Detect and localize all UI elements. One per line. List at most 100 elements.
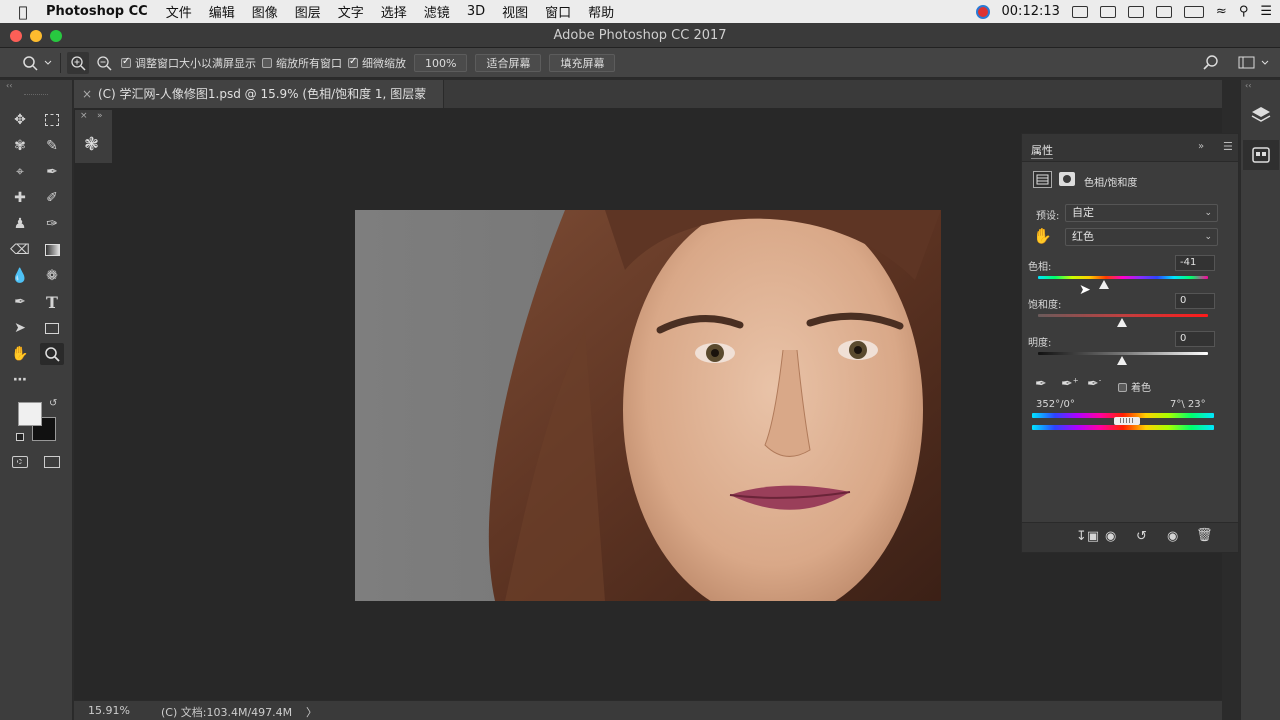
notification-icon[interactable] xyxy=(1155,5,1172,18)
default-colors-icon[interactable] xyxy=(16,433,24,441)
collapse-panel-icon[interactable]: » xyxy=(1198,141,1204,152)
pen-tool-icon[interactable]: ✒ xyxy=(8,291,32,313)
battery-status-icon[interactable] xyxy=(1183,5,1204,18)
menu-type[interactable]: 文字 xyxy=(338,2,364,21)
zoom-100-button[interactable]: 100% xyxy=(414,53,468,72)
spotlight-icon[interactable]: ⚲ xyxy=(1239,4,1249,19)
adjustment-layer-icon[interactable] xyxy=(1033,171,1052,188)
apple-icon[interactable]:  xyxy=(0,3,46,21)
collapse-dock-arrows-icon[interactable]: ‹‹ xyxy=(1245,81,1251,90)
clone-stamp-tool-icon[interactable]: ♟ xyxy=(8,213,32,235)
channel-dropdown[interactable]: 红色 ⌄ xyxy=(1065,228,1218,246)
eyedropper-icon[interactable]: ✒ xyxy=(1035,376,1047,392)
reset-icon[interactable]: ↺ xyxy=(1136,529,1147,544)
menu-edit[interactable]: 编辑 xyxy=(209,2,235,21)
menu-help[interactable]: 帮助 xyxy=(588,2,614,21)
preset-dropdown[interactable]: 自定 ⌄ xyxy=(1065,204,1218,222)
menu-3d[interactable]: 3D xyxy=(467,4,485,19)
lightness-input[interactable]: 0 xyxy=(1175,331,1215,347)
panel-menu-icon[interactable]: ☰ xyxy=(1223,140,1233,153)
view-previous-state-icon[interactable]: ◉ xyxy=(1105,529,1116,544)
swap-colors-icon[interactable]: ↺ xyxy=(49,398,57,409)
zoom-all-checkbox[interactable]: 缩放所有窗口 xyxy=(262,55,342,71)
menu-layer[interactable]: 图层 xyxy=(295,2,321,21)
hue-slider-track[interactable] xyxy=(1038,276,1208,279)
close-window-button[interactable] xyxy=(10,30,22,42)
menu-file[interactable]: 文件 xyxy=(166,2,192,21)
more-tools-icon[interactable]: ⋯ xyxy=(8,369,32,391)
fill-screen-button[interactable]: 填充屏幕 xyxy=(549,53,616,72)
close-tab-icon[interactable]: × xyxy=(82,80,92,108)
workspace-switcher-icon[interactable] xyxy=(1236,52,1272,74)
close-mini-panel-icon[interactable]: × xyxy=(80,111,88,121)
layer-mask-icon[interactable] xyxy=(1059,172,1075,186)
crop-tool-icon[interactable]: ⌖ xyxy=(8,161,32,183)
fit-screen-button[interactable]: 适合屏幕 xyxy=(475,53,542,72)
move-tool-icon[interactable]: ✥ xyxy=(8,109,32,131)
colorize-checkbox[interactable]: 着色 xyxy=(1118,379,1151,394)
scrubby-zoom-checkbox[interactable]: 细微缩放 xyxy=(348,55,406,71)
saturation-slider-track[interactable] xyxy=(1038,314,1208,317)
visibility-eye-icon[interactable]: ◉ xyxy=(1167,529,1178,544)
targeted-adjustment-hand-icon[interactable]: ✋ xyxy=(1033,227,1052,245)
zoom-level[interactable]: 15.91% xyxy=(88,704,130,717)
eraser-tool-icon[interactable]: ⌫ xyxy=(8,239,32,261)
menu-select[interactable]: 选择 xyxy=(381,2,407,21)
menu-view[interactable]: 视图 xyxy=(502,2,528,21)
hand-tool-icon[interactable]: ✋ xyxy=(8,343,32,365)
hue-slider-thumb[interactable] xyxy=(1098,280,1109,289)
lightness-slider-thumb[interactable] xyxy=(1117,356,1127,365)
gradient-tool-icon[interactable] xyxy=(40,239,64,261)
hue-input[interactable]: -41 xyxy=(1175,255,1215,271)
expand-mini-panel-icon[interactable]: » xyxy=(97,111,103,121)
zoom-out-icon[interactable] xyxy=(93,52,115,74)
brush-tool-icon[interactable]: ✐ xyxy=(40,187,64,209)
saturation-input[interactable]: 0 xyxy=(1175,293,1215,309)
lasso-tool-icon[interactable]: ✾ xyxy=(8,135,32,157)
menu-window[interactable]: 窗口 xyxy=(545,2,571,21)
eyedropper-plus-icon[interactable]: ✒+ xyxy=(1061,376,1079,392)
lightness-slider-track[interactable] xyxy=(1038,352,1208,355)
trash-icon[interactable]: 🗑 xyxy=(1196,528,1213,543)
properties-panel-icon[interactable]: ❃ xyxy=(84,134,99,155)
status-menu-arrow-icon[interactable]: 〉 xyxy=(306,704,317,720)
airplay-icon[interactable] xyxy=(1127,5,1144,18)
layers-panel-icon[interactable] xyxy=(1251,105,1271,128)
range-slider[interactable] xyxy=(1114,417,1140,425)
blur-tool-icon[interactable]: 💧 xyxy=(8,265,32,287)
resize-windows-checkbox[interactable]: 调整窗口大小以满屏显示 xyxy=(121,55,256,71)
properties-panel-title[interactable]: 属性 xyxy=(1031,142,1053,159)
foreground-color-swatch[interactable] xyxy=(18,402,42,426)
menu-filter[interactable]: 滤镜 xyxy=(424,2,450,21)
minimize-window-button[interactable] xyxy=(30,30,42,42)
display-icon[interactable] xyxy=(1099,5,1116,18)
eyedropper-minus-icon[interactable]: ✒- xyxy=(1087,376,1101,392)
dodge-tool-icon[interactable]: ❁ xyxy=(40,265,64,287)
marquee-tool-icon[interactable] xyxy=(40,109,64,131)
type-tool-icon[interactable]: T xyxy=(40,291,64,313)
zoom-tool-icon[interactable] xyxy=(40,343,64,365)
battery-icon[interactable] xyxy=(1071,5,1088,18)
record-icon[interactable] xyxy=(975,4,990,19)
properties-dock-icon[interactable] xyxy=(1243,140,1279,170)
eyedropper-tool-icon[interactable]: ✒ xyxy=(40,161,64,183)
zoom-in-icon[interactable] xyxy=(67,51,89,74)
wifi-icon[interactable]: ≈ xyxy=(1216,4,1227,19)
zoom-tool-preset-icon[interactable] xyxy=(20,52,54,74)
search-icon[interactable] xyxy=(1200,52,1222,74)
notification-center-icon[interactable]: ☰ xyxy=(1260,4,1272,19)
screen-mode-icon[interactable] xyxy=(40,451,64,473)
menu-image[interactable]: 图像 xyxy=(252,2,278,21)
collapse-arrows-icon[interactable]: ‹‹ xyxy=(6,81,12,90)
rectangle-tool-icon[interactable] xyxy=(40,317,64,339)
document-tab[interactable]: × (C) 学汇网-人像修图1.psd @ 15.9% (色相/饱和度 1, 图… xyxy=(74,80,444,129)
saturation-slider-thumb[interactable] xyxy=(1117,318,1127,327)
zoom-window-button[interactable] xyxy=(50,30,62,42)
app-menu[interactable]: Photoshop CC xyxy=(46,4,148,19)
quick-selection-tool-icon[interactable]: ✎ xyxy=(40,135,64,157)
history-brush-tool-icon[interactable]: ✑ xyxy=(40,213,64,235)
clip-to-layer-icon[interactable]: ↧▣ xyxy=(1076,529,1099,544)
quick-mask-icon[interactable] xyxy=(8,451,32,473)
healing-brush-tool-icon[interactable]: ✚ xyxy=(8,187,32,209)
path-selection-tool-icon[interactable]: ➤ xyxy=(8,317,32,339)
